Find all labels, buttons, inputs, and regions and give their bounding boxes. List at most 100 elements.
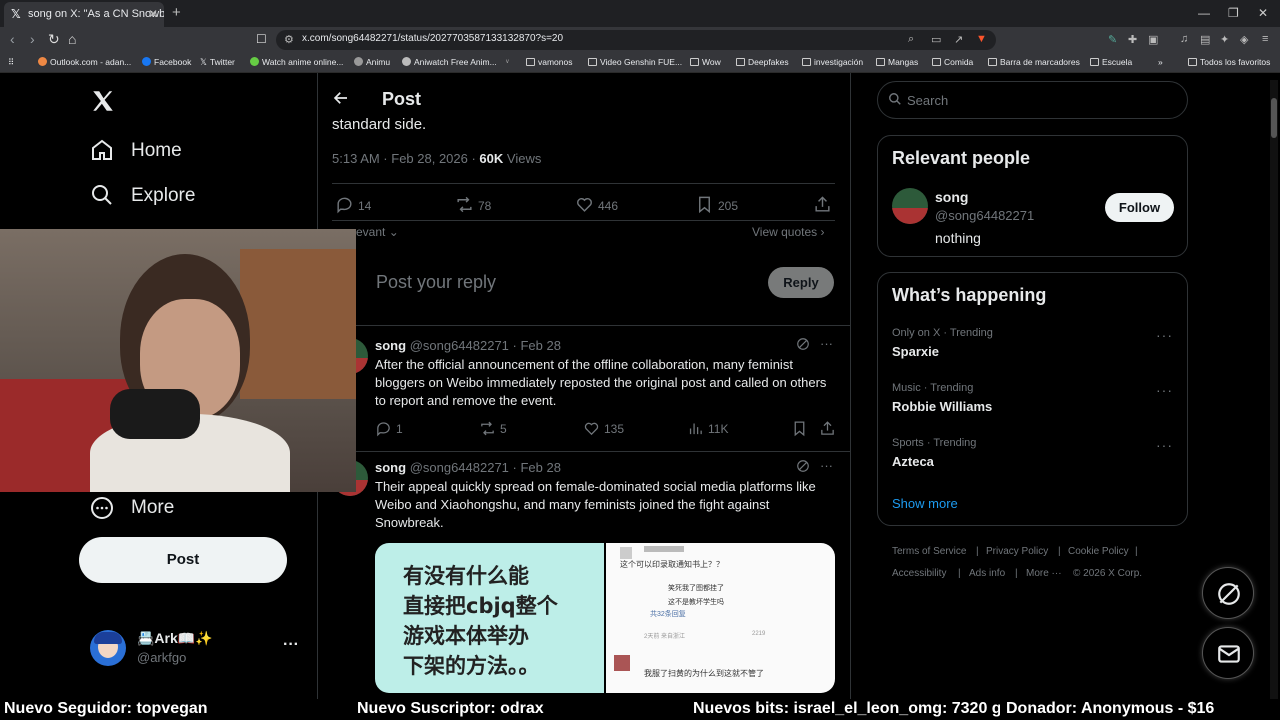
reply1-reply-button[interactable]: 1	[375, 420, 403, 437]
bookmark-investigacion[interactable]: investigación	[802, 57, 863, 67]
grok-icon[interactable]	[796, 337, 810, 356]
address-bar-row: ‹ › ↻ ⌂ ☐ ⚙ x.com/song64482271/status/20…	[0, 27, 1280, 53]
account-menu-icon[interactable]: ···	[283, 636, 299, 654]
bookmark-twitter[interactable]: 𝕏 Twitter	[200, 57, 235, 68]
footer-terms[interactable]: Terms of Service	[892, 546, 966, 557]
x-logo-icon[interactable]	[90, 88, 116, 119]
relevant-avatar[interactable]	[892, 188, 928, 224]
bookmark-vamonos[interactable]: vamonos	[526, 57, 573, 67]
cast-icon[interactable]: ▭	[931, 33, 941, 46]
reply1-bookmark-button[interactable]	[791, 420, 812, 437]
reply-author-name[interactable]: song	[375, 460, 406, 475]
wallet-icon[interactable]: ▤	[1200, 33, 1210, 46]
reply-more-icon[interactable]: ···	[820, 336, 833, 351]
post-like-button[interactable]: 446	[575, 195, 618, 214]
footer-accessibility[interactable]: Accessibility	[892, 568, 946, 579]
post-repost-button[interactable]: 78	[455, 195, 491, 214]
ticker-subscriber: Nuevo Suscriptor: odrax	[357, 700, 544, 717]
share-icon[interactable]: ↗	[954, 33, 963, 46]
reply-more-icon[interactable]: ···	[820, 458, 833, 473]
scrollbar-thumb[interactable]	[1271, 98, 1277, 138]
bookmark-escuela[interactable]: Escuela	[1090, 57, 1132, 67]
share-icon	[821, 421, 834, 435]
bookmark-video-genshin[interactable]: Video Genshin FUE...	[588, 57, 682, 67]
reply-meta: @song64482271 · Feb 28	[409, 460, 561, 475]
reply1-like-button[interactable]: 135	[583, 420, 624, 437]
reply-media[interactable]: 有没有什么能 直接把cbjq整个 游戏本体举办 下架的方法。。 这个可以印录取通…	[375, 543, 835, 693]
page-scrollbar[interactable]	[1270, 80, 1278, 700]
bookmark-outlook[interactable]: Outlook.com - adan...	[38, 57, 131, 67]
bookmark-misc[interactable]: ᵛ	[506, 57, 509, 67]
footer-privacy[interactable]: Privacy Policy	[986, 546, 1048, 557]
search-icon	[888, 92, 902, 111]
reply-icon	[377, 422, 390, 437]
back-arrow-icon[interactable]	[332, 89, 350, 112]
reply1-share-button[interactable]	[819, 420, 840, 437]
trend-more-icon[interactable]: ···	[1156, 382, 1173, 398]
reply1-repost-button[interactable]: 5	[479, 420, 507, 437]
chevron-down-icon: ⌄	[385, 225, 399, 239]
show-more-link[interactable]: Show more	[892, 496, 958, 511]
reply-author-name[interactable]: song	[375, 338, 406, 353]
puzzle-icon[interactable]: ✚	[1128, 33, 1137, 46]
bookmark-aniwatch[interactable]: Aniwatch Free Anim...	[402, 57, 497, 67]
post-button[interactable]: Post	[79, 537, 287, 583]
reload-icon[interactable]: ↻	[48, 31, 60, 48]
leo-icon[interactable]: ✦	[1220, 33, 1229, 46]
apps-icon[interactable]: ⠿	[8, 57, 14, 68]
music-icon[interactable]: ♫	[1180, 33, 1188, 45]
new-tab-icon[interactable]: +	[172, 4, 181, 21]
forward-icon[interactable]: ›	[30, 31, 35, 47]
menu-icon[interactable]: ≡	[1262, 33, 1268, 45]
trend-more-icon[interactable]: ···	[1156, 437, 1173, 453]
reply-button[interactable]: Reply	[768, 267, 834, 298]
minimize-icon[interactable]: —	[1198, 6, 1210, 20]
bookmark-animu[interactable]: Animu	[354, 57, 390, 67]
browser-tab[interactable]: 𝕏 song on X: "As a CN Snowbreak... ✕	[4, 2, 164, 27]
window-close-icon[interactable]: ✕	[1258, 6, 1268, 20]
post-bookmark-button[interactable]: 205	[695, 195, 738, 214]
home-page-icon[interactable]: ⌂	[68, 31, 76, 47]
bookmark-wow[interactable]: Wow	[690, 57, 721, 67]
trend-more-icon[interactable]: ···	[1156, 327, 1173, 343]
reply-input[interactable]: Post your reply	[376, 272, 496, 293]
view-quotes-link[interactable]: View quotes ›	[752, 225, 825, 239]
bookmarks-overflow[interactable]: »	[1158, 57, 1163, 67]
follow-button[interactable]: Follow	[1105, 193, 1174, 222]
footer-cookie[interactable]: Cookie Policy	[1068, 546, 1129, 557]
media-image-right[interactable]: 这个可以印录取通知书上？？ 笑死我了图都挂了 这不是教坏学生吗 共32条回复 2…	[606, 543, 835, 693]
post-reply-button[interactable]: 14	[335, 195, 371, 214]
footer-more[interactable]: More ···	[1026, 568, 1062, 579]
media-image-left[interactable]: 有没有什么能 直接把cbjq整个 游戏本体举办 下架的方法。。	[375, 543, 604, 693]
brave-shield-icon[interactable]: ▼	[976, 33, 987, 45]
post-share-button[interactable]	[813, 195, 836, 214]
bookmark-barra[interactable]: Barra de marcadores	[988, 57, 1080, 67]
back-icon[interactable]: ‹	[10, 31, 15, 47]
grok-button[interactable]	[1202, 567, 1254, 619]
vpn-icon[interactable]: ◈	[1240, 33, 1248, 46]
reply-header: song @song64482271 · Feb 28	[375, 338, 561, 353]
tab-close-icon[interactable]: ✕	[148, 2, 158, 27]
messages-button[interactable]	[1202, 627, 1254, 679]
sort-replies-dropdown[interactable]: evant ⌄	[356, 225, 399, 239]
bookmark-anime[interactable]: Watch anime online...	[250, 57, 343, 67]
bookmark-page-icon[interactable]: ☐	[256, 32, 267, 46]
bookmark-mangas[interactable]: Mangas	[876, 57, 918, 67]
extension-icon[interactable]: ✎	[1108, 33, 1117, 46]
bookmark-deepfakes[interactable]: Deepfakes	[736, 57, 789, 67]
all-bookmarks[interactable]: Todos los favoritos	[1188, 57, 1270, 67]
reply1-views-button[interactable]: 11K	[687, 420, 728, 437]
webcam-overlay	[0, 229, 356, 492]
footer-ads[interactable]: Ads info	[969, 568, 1005, 579]
url-bar[interactable]: ⚙ x.com/song64482271/status/202770358713…	[276, 30, 996, 50]
reply-icon	[337, 197, 352, 214]
grok-icon[interactable]	[796, 459, 810, 478]
site-info-icon[interactable]: ⚙	[284, 33, 294, 46]
bookmark-facebook[interactable]: Facebook	[142, 57, 191, 67]
relevant-name[interactable]: song	[935, 189, 968, 205]
search-input[interactable]: Search	[877, 81, 1188, 119]
maximize-icon[interactable]: ❐	[1228, 6, 1239, 20]
zoom-icon[interactable]: ⌕	[908, 33, 914, 46]
sidebar-icon[interactable]: ▣	[1148, 33, 1158, 46]
bookmark-comida[interactable]: Comida	[932, 57, 973, 67]
